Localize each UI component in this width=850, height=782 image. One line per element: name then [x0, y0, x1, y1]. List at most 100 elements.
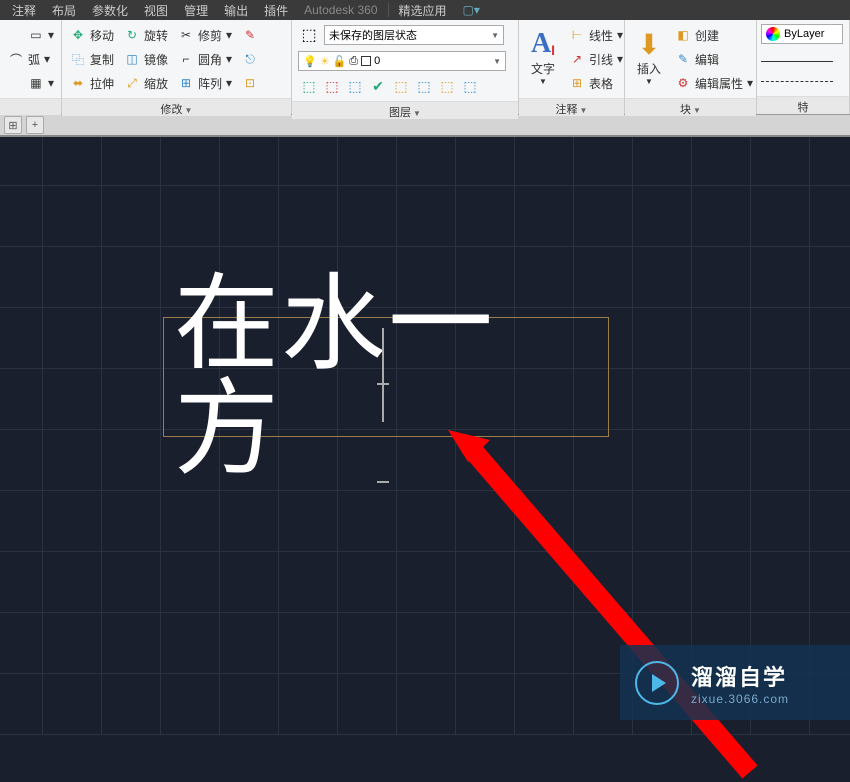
panel-annotate: AI 文字 ▼ ⊢线性 ▾ ↗引线 ▾ ⊞表格 注释▼: [519, 20, 625, 114]
menu-output[interactable]: 输出: [216, 2, 256, 19]
layer-icon2[interactable]: ⬚: [321, 75, 343, 97]
tab-home-button[interactable]: ⊞: [4, 116, 22, 134]
insert-icon: ⬇: [633, 28, 665, 60]
break-icon: ⎋: [242, 51, 258, 67]
panel-block-title: 块▼: [625, 98, 756, 116]
join-icon: ⊡: [242, 75, 258, 91]
edit-icon: ✎: [242, 27, 258, 43]
table-button[interactable]: ⊞表格: [565, 72, 627, 94]
layer-icon4[interactable]: ✔: [367, 75, 389, 97]
editattr-button[interactable]: ⚙编辑属性 ▾: [671, 72, 757, 94]
panel-modify: ✥移动 ⿻复制 ⬌拉伸 ↻旋转 ◫镜像 ⤢缩放 ✂修剪 ▾ ⌐圆角 ▾ ⊞阵列 …: [62, 20, 292, 114]
editattr-icon: ⚙: [675, 75, 691, 91]
layer-icon7[interactable]: ⬚: [436, 75, 458, 97]
draw-tool3[interactable]: ▦▾: [4, 72, 58, 94]
panel-props-title: 特: [757, 96, 849, 114]
panel-draw: ▭▾ ⌒弧▾ ▦▾: [0, 20, 62, 114]
array-icon: ⊞: [178, 75, 194, 91]
watermark-url: zixue.3066.com: [691, 692, 789, 706]
layer-dropdown[interactable]: 💡 ☀ 🔓 ⎙ 0 ▼: [298, 51, 506, 71]
arc-icon: ⌒: [8, 51, 24, 67]
linear-button[interactable]: ⊢线性 ▾: [565, 24, 627, 46]
table-icon: ⊞: [569, 75, 585, 91]
insert-button[interactable]: ⬇ 插入 ▼: [629, 24, 669, 90]
sun-icon: ☀: [320, 55, 330, 68]
menu-view[interactable]: 视图: [136, 2, 176, 19]
rotate-icon: ↻: [124, 27, 140, 43]
trim-button[interactable]: ✂修剪 ▾: [174, 24, 236, 46]
copy-button[interactable]: ⿻复制: [66, 48, 118, 70]
panel-draw-title: [0, 98, 61, 115]
panel-layer-title: 图层▼: [292, 101, 518, 119]
cursor-cap-bot: [377, 481, 389, 483]
move-icon: ✥: [70, 27, 86, 43]
lightbulb-icon: 💡: [303, 55, 317, 68]
panel-modify-title: 修改▼: [62, 98, 291, 116]
panel-properties: ByLayer 特: [757, 20, 850, 114]
menu-plugins[interactable]: 插件: [256, 2, 296, 19]
scale-button[interactable]: ⤢缩放: [120, 72, 172, 94]
stretch-icon: ⬌: [70, 75, 86, 91]
color-dropdown[interactable]: ByLayer: [761, 24, 843, 44]
tab-new-button[interactable]: +: [26, 116, 44, 134]
chevron-down-icon: ▼: [493, 57, 501, 66]
panel-block: ⬇ 插入 ▼ ◧创建 ✎编辑 ⚙编辑属性 ▾ 块▼: [625, 20, 757, 114]
array-button[interactable]: ⊞阵列 ▾: [174, 72, 236, 94]
fillet-button[interactable]: ⌐圆角 ▾: [174, 48, 236, 70]
layer-props-button[interactable]: ⬚: [298, 24, 320, 46]
mirror-icon: ◫: [124, 51, 140, 67]
play-icon: [635, 661, 679, 705]
layer-icon1[interactable]: ⬚: [298, 75, 320, 97]
create-button[interactable]: ◧创建: [671, 24, 757, 46]
menu-layout[interactable]: 布局: [44, 2, 84, 19]
rotate-button[interactable]: ↻旋转: [120, 24, 172, 46]
watermark-title: 溜溜自学: [691, 660, 789, 692]
ribbon: ▭▾ ⌒弧▾ ▦▾ ✥移动 ⿻复制 ⬌拉伸 ↻旋转 ◫镜像 ⤢缩放 ✂修剪 ▾ …: [0, 20, 850, 115]
mirror-button[interactable]: ◫镜像: [120, 48, 172, 70]
editblk-icon: ✎: [675, 51, 691, 67]
drawing-canvas[interactable]: 在水一方 溜溜自学 zixue.3066.com: [0, 137, 850, 735]
arc-button[interactable]: ⌒弧▾: [4, 48, 58, 70]
linear-icon: ⊢: [569, 27, 585, 43]
text-content: 在水一方: [174, 272, 598, 482]
menu-annotate[interactable]: 注释: [4, 2, 44, 19]
print-icon: ⎙: [349, 55, 358, 68]
lineweight-dropdown[interactable]: [761, 48, 833, 62]
scale-icon: ⤢: [124, 75, 140, 91]
layer-state-label: 未保存的图层状态: [329, 27, 417, 43]
menu-extra-icon[interactable]: ▢▾: [455, 3, 488, 17]
menu-featured[interactable]: 精选应用: [391, 2, 455, 19]
layer-icon5[interactable]: ⬚: [390, 75, 412, 97]
lock-icon: 🔓: [333, 55, 347, 68]
modify-tool3[interactable]: ⊡: [238, 72, 262, 94]
menu-manage[interactable]: 管理: [176, 2, 216, 19]
leader-icon: ↗: [569, 51, 585, 67]
leader-button[interactable]: ↗引线 ▾: [565, 48, 627, 70]
draw-tool1[interactable]: ▭▾: [4, 24, 58, 46]
trim-icon: ✂: [178, 27, 194, 43]
layer-name: 0: [374, 55, 380, 67]
stretch-button[interactable]: ⬌拉伸: [66, 72, 118, 94]
modify-tool2[interactable]: ⎋: [238, 48, 262, 70]
modify-tool1[interactable]: ✎: [238, 24, 262, 46]
menu-autodesk360[interactable]: Autodesk 360: [296, 3, 385, 17]
layer-state-dropdown[interactable]: 未保存的图层状态 ▼: [324, 25, 504, 45]
layer-icon6[interactable]: ⬚: [413, 75, 435, 97]
rect-icon: ▭: [28, 27, 44, 43]
chevron-down-icon: ▼: [491, 31, 499, 40]
color-label: ByLayer: [784, 28, 824, 40]
edit-button[interactable]: ✎编辑: [671, 48, 757, 70]
layer-icon3[interactable]: ⬚: [344, 75, 366, 97]
create-icon: ◧: [675, 27, 691, 43]
layer-icon8[interactable]: ⬚: [459, 75, 481, 97]
copy-icon: ⿻: [70, 51, 86, 67]
text-cursor: [382, 328, 384, 422]
hatch-icon: ▦: [28, 75, 44, 91]
menu-parametric[interactable]: 参数化: [84, 2, 136, 19]
move-button[interactable]: ✥移动: [66, 24, 118, 46]
text-button[interactable]: AI 文字 ▼: [523, 24, 563, 90]
panel-annotate-title: 注释▼: [519, 98, 624, 116]
text-edit-box[interactable]: 在水一方: [163, 317, 609, 437]
watermark: 溜溜自学 zixue.3066.com: [620, 645, 850, 720]
linetype-dropdown[interactable]: [761, 68, 833, 82]
